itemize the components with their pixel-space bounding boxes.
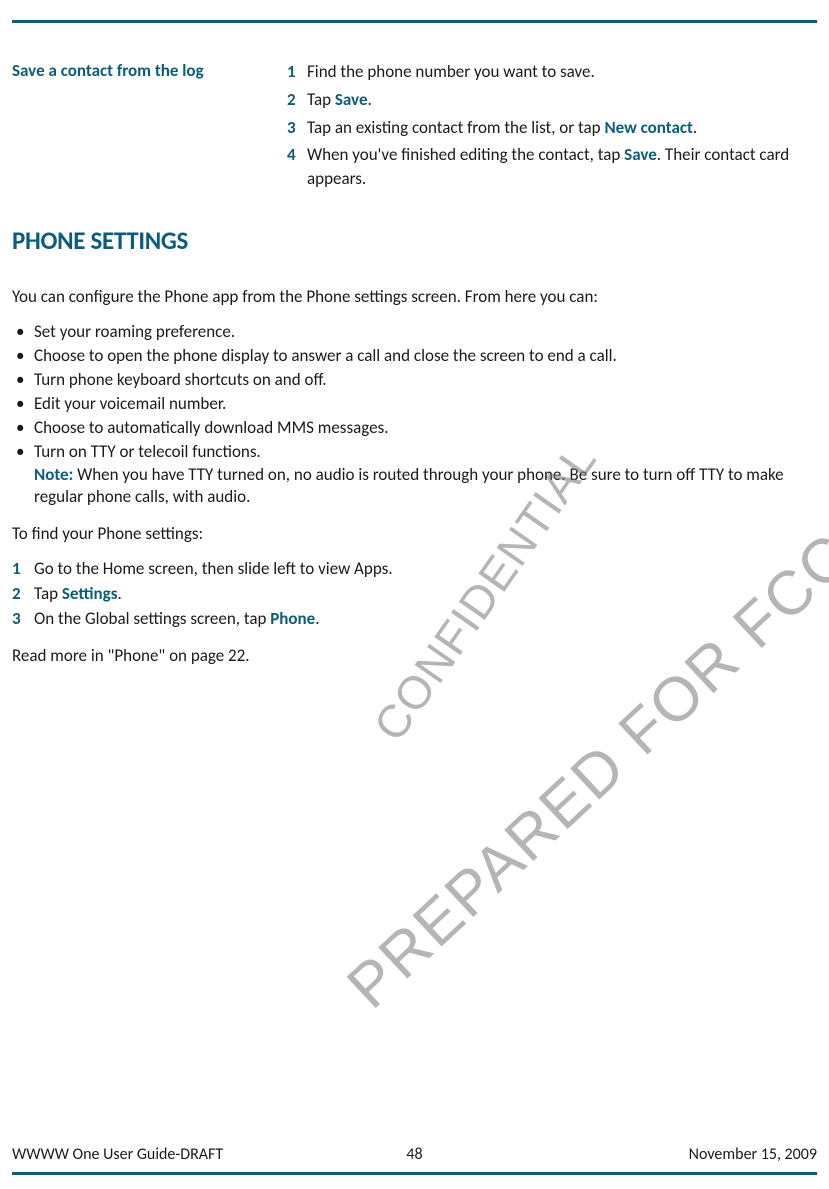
para-find-settings: To find your Phone settings:: [12, 523, 817, 546]
bullet-text: Choose to automatically download MMS mes…: [34, 417, 817, 440]
footer-date: November 15, 2009: [689, 1145, 817, 1164]
note-label: Note:: [34, 464, 73, 485]
bullet-icon: •: [12, 417, 34, 440]
bullet-item: • Edit your voicemail number.: [12, 393, 817, 416]
footer-doc-title: WWWW One User Guide-DRAFT: [12, 1145, 223, 1164]
numitem: 1 Go to the Home screen, then slide left…: [12, 558, 817, 581]
page-border-top: [12, 20, 817, 23]
emphasis-save: Save: [624, 144, 657, 165]
emphasis-new-contact: New contact: [604, 117, 692, 138]
save-contact-heading: Save a contact from the log: [12, 60, 287, 195]
step-num: 3: [287, 116, 307, 140]
bullets-list: • Set your roaming preference. • Choose …: [12, 321, 817, 510]
bullet-item: • Turn phone keyboard shortcuts on and o…: [12, 369, 817, 392]
bullet-text: Set your roaming preference.: [34, 321, 817, 344]
numitem: 2 Tap Settings.: [12, 583, 817, 606]
step-num: 4: [287, 143, 307, 191]
page-footer: WWWW One User Guide-DRAFT 48 November 15…: [12, 1145, 817, 1164]
numitem-num: 3: [12, 608, 34, 631]
step-item: 2 Tap Save.: [287, 88, 817, 112]
footer-page-number: 48: [406, 1145, 422, 1164]
bullet-text: Edit your voicemail number.: [34, 393, 817, 416]
numitem-num: 2: [12, 583, 34, 606]
numitem-num: 1: [12, 558, 34, 581]
numitem-text: Go to the Home screen, then slide left t…: [34, 558, 817, 581]
bullet-item: • Choose to open the phone display to an…: [12, 345, 817, 368]
step-item: 1 Find the phone number you want to save…: [287, 60, 817, 84]
step-text: Tap an existing contact from the list, o…: [307, 116, 817, 140]
step-item: 4 When you've finished editing the conta…: [287, 143, 817, 191]
numitem-text: On the Global settings screen, tap Phone…: [34, 608, 817, 631]
intro-para: You can configure the Phone app from the…: [12, 286, 817, 309]
step-num: 2: [287, 88, 307, 112]
numitem: 3 On the Global settings screen, tap Pho…: [12, 608, 817, 631]
emphasis-settings: Settings: [62, 583, 118, 604]
step-text: When you've finished editing the contact…: [307, 143, 817, 191]
bullet-text: Choose to open the phone display to answ…: [34, 345, 817, 368]
bullet-icon: •: [12, 393, 34, 416]
step-num: 1: [287, 60, 307, 84]
bullet-icon: •: [12, 321, 34, 344]
emphasis-save: Save: [335, 89, 368, 110]
bullet-text: Turn on TTY or telecoil functions.Note: …: [34, 441, 817, 510]
page-border-bottom: [12, 1172, 817, 1175]
step-text: Tap Save.: [307, 88, 817, 112]
save-contact-steps: 1 Find the phone number you want to save…: [287, 60, 817, 195]
bullet-item: • Set your roaming preference.: [12, 321, 817, 344]
step-text: Find the phone number you want to save.: [307, 60, 817, 84]
page-content: Save a contact from the log 1 Find the p…: [12, 60, 817, 1134]
section-save-contact: Save a contact from the log 1 Find the p…: [12, 60, 817, 195]
bullet-icon: •: [12, 369, 34, 392]
bullet-icon: •: [12, 345, 34, 368]
closing-para: Read more in "Phone" on page 22.: [12, 645, 817, 668]
phone-settings-heading: PHONE SETTINGS: [12, 225, 817, 256]
bullet-text: Turn phone keyboard shortcuts on and off…: [34, 369, 817, 392]
numitem-text: Tap Settings.: [34, 583, 817, 606]
numbered-list: 1 Go to the Home screen, then slide left…: [12, 558, 817, 631]
emphasis-phone: Phone: [270, 608, 315, 629]
step-item: 3 Tap an existing contact from the list,…: [287, 116, 817, 140]
bullet-item: • Turn on TTY or telecoil functions.Note…: [12, 441, 817, 510]
bullet-item: • Choose to automatically download MMS m…: [12, 417, 817, 440]
bullet-icon: •: [12, 441, 34, 510]
